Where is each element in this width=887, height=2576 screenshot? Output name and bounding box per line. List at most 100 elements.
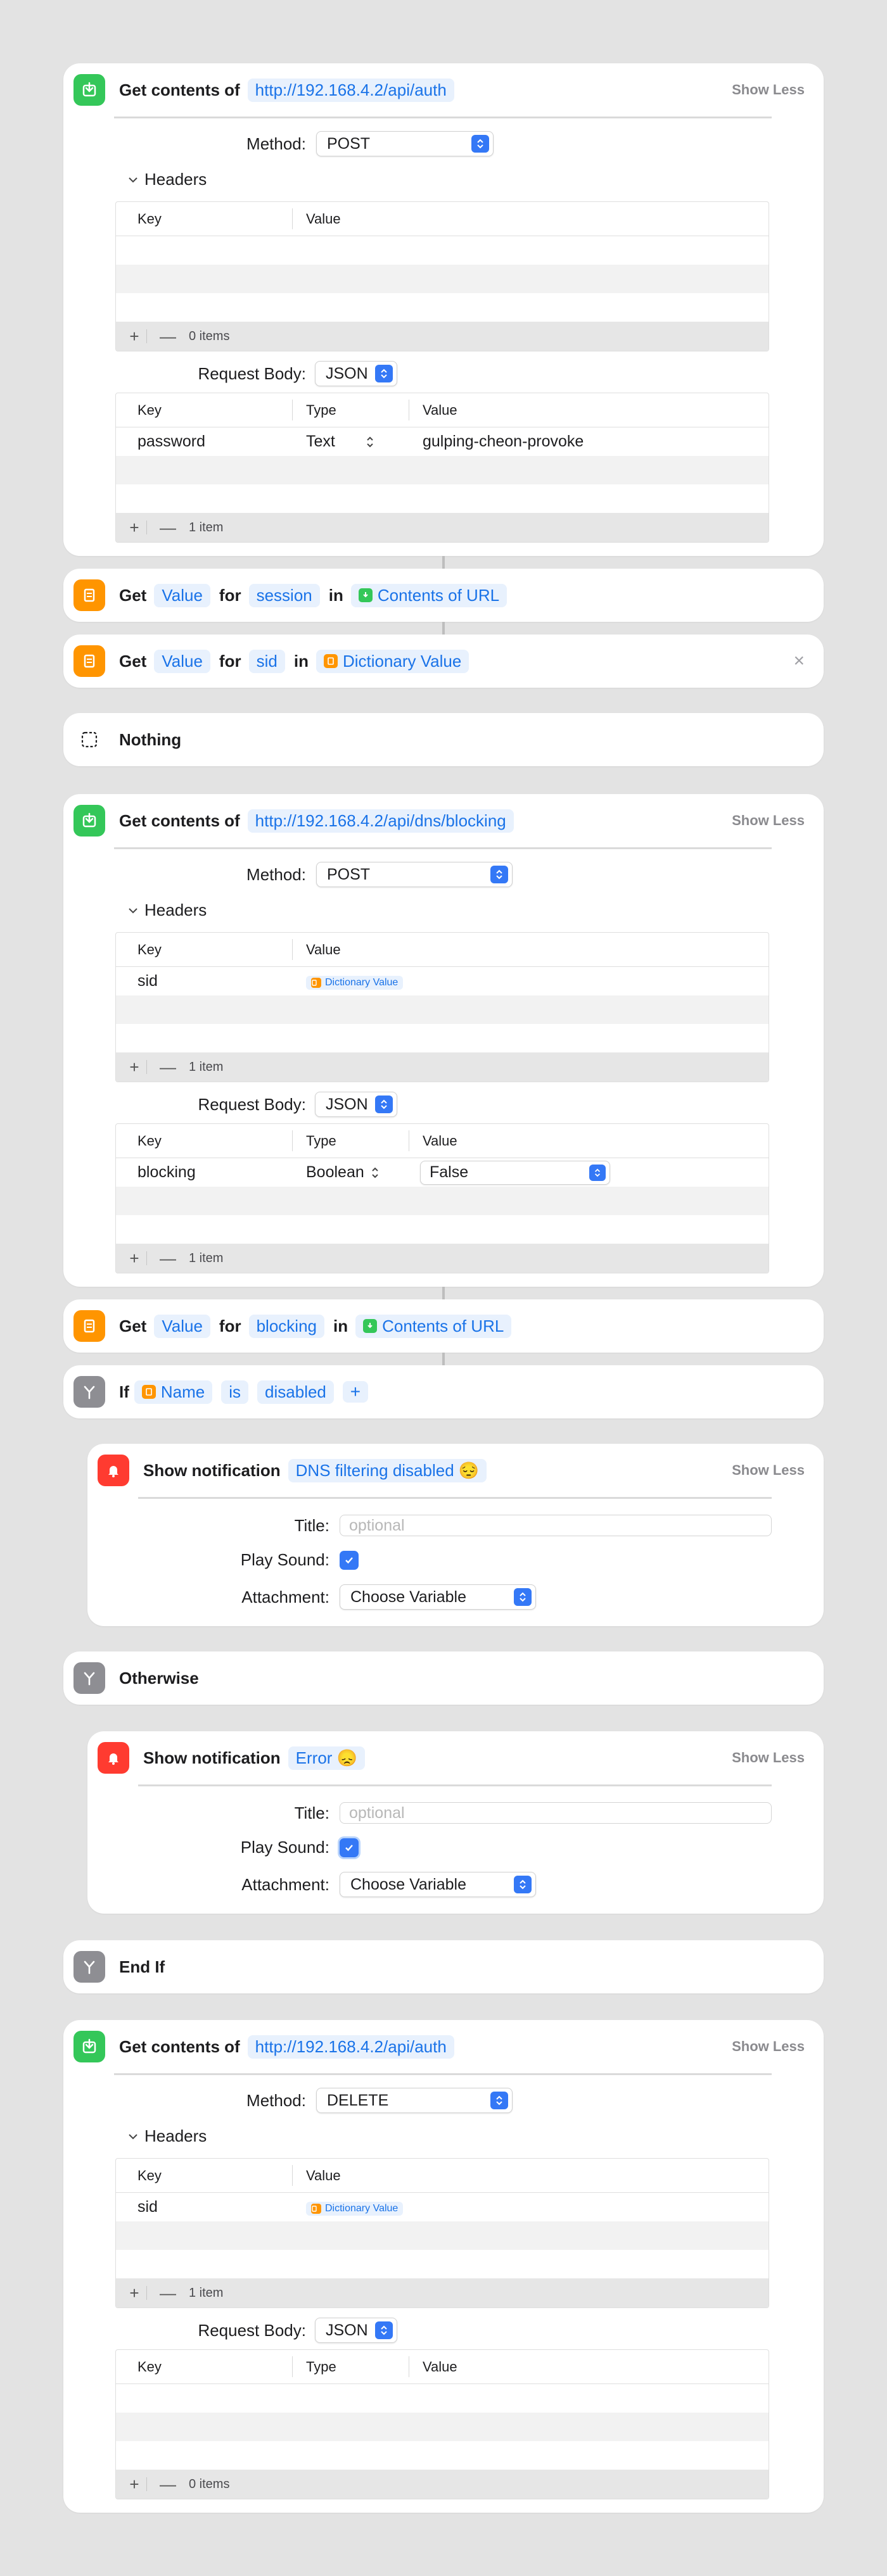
table-row[interactable]: blocking Boolean False: [116, 1158, 769, 1187]
request-body-select[interactable]: JSON: [315, 361, 397, 386]
show-less-button[interactable]: Show Less: [732, 1750, 805, 1766]
table-row[interactable]: [116, 456, 769, 484]
action-show-notification-2[interactable]: Show notification Error 😞 Show Less Titl…: [87, 1731, 824, 1914]
message-token[interactable]: DNS filtering disabled 😔: [288, 1458, 487, 1482]
request-body-select[interactable]: JSON: [315, 2318, 397, 2343]
show-less-button[interactable]: Show Less: [732, 2038, 805, 2055]
row-key[interactable]: blocking: [137, 1163, 196, 1182]
action-get-contents-auth[interactable]: Get contents of http://192.168.4.2/api/a…: [63, 63, 824, 556]
table-row[interactable]: [116, 2441, 769, 2470]
action-nothing[interactable]: Nothing: [63, 713, 824, 766]
url-token[interactable]: http://192.168.4.2/api/dns/blocking: [247, 809, 514, 833]
action-get-value-sid[interactable]: Get Value for sid in Dictionary Value ×: [63, 635, 824, 688]
title-input[interactable]: optional: [340, 1515, 772, 1536]
remove-row-button[interactable]: —: [158, 518, 177, 538]
action-if[interactable]: If Name is disabled +: [63, 1365, 824, 1418]
action-get-contents-auth-delete[interactable]: Get contents of http://192.168.4.2/api/a…: [63, 2020, 824, 2513]
row-value[interactable]: Dictionary Value: [306, 2198, 404, 2216]
chevron-updown-icon: [514, 1876, 532, 1893]
remove-row-button[interactable]: —: [158, 1249, 177, 1268]
table-row[interactable]: [116, 1215, 769, 1244]
method-select[interactable]: POST: [316, 862, 513, 887]
url-token[interactable]: http://192.168.4.2/api/auth: [247, 78, 454, 102]
row-value[interactable]: gulping-cheon-provoke: [423, 432, 584, 451]
action-label: Otherwise: [119, 1668, 199, 1688]
add-row-button[interactable]: +: [125, 518, 144, 538]
remove-row-button[interactable]: —: [158, 2475, 177, 2494]
row-type-select[interactable]: Boolean: [306, 1163, 380, 1182]
condition-token[interactable]: is: [221, 1380, 249, 1404]
table-row[interactable]: [116, 1187, 769, 1215]
remove-row-button[interactable]: —: [158, 327, 177, 346]
show-less-button[interactable]: Show Less: [732, 812, 805, 829]
bell-icon: [98, 1455, 129, 1486]
table-row[interactable]: [116, 2250, 769, 2278]
row-key[interactable]: sid: [137, 972, 158, 990]
row-key[interactable]: password: [137, 432, 205, 451]
branch-icon: [73, 1662, 105, 1694]
download-icon: [358, 588, 373, 602]
table-row[interactable]: [116, 236, 769, 265]
add-row-button[interactable]: +: [125, 2283, 144, 2303]
close-icon[interactable]: ×: [793, 650, 805, 672]
table-row[interactable]: [116, 265, 769, 293]
show-less-button[interactable]: Show Less: [732, 1462, 805, 1479]
table-row[interactable]: [116, 2384, 769, 2413]
method-select[interactable]: POST: [316, 131, 494, 156]
table-row[interactable]: [116, 1024, 769, 1052]
play-sound-checkbox[interactable]: [340, 1550, 359, 1570]
add-row-button[interactable]: +: [125, 327, 144, 346]
key-token[interactable]: session: [248, 583, 320, 607]
action-show-notification-1[interactable]: Show notification DNS filtering disabled…: [87, 1444, 824, 1626]
table-row[interactable]: [116, 293, 769, 322]
remove-row-button[interactable]: —: [158, 2283, 177, 2303]
add-condition-button[interactable]: +: [342, 1381, 368, 1403]
variable-token[interactable]: Contents of URL: [355, 1314, 512, 1338]
headers-toggle[interactable]: Headers: [127, 2126, 207, 2146]
url-token[interactable]: http://192.168.4.2/api/auth: [247, 2035, 454, 2059]
headers-toggle[interactable]: Headers: [127, 900, 207, 920]
show-less-button[interactable]: Show Less: [732, 82, 805, 98]
variable-token[interactable]: Dictionary Value: [316, 649, 469, 673]
row-key[interactable]: sid: [137, 2198, 158, 2216]
play-sound-checkbox[interactable]: [340, 1838, 359, 1857]
variable-token[interactable]: Dictionary Value: [306, 976, 404, 990]
attachment-select[interactable]: Choose Variable: [340, 1584, 536, 1610]
add-row-button[interactable]: +: [125, 1249, 144, 1268]
message-token[interactable]: Error 😞: [288, 1746, 366, 1770]
add-row-button[interactable]: +: [125, 1058, 144, 1077]
variable-token[interactable]: Contents of URL: [350, 583, 507, 607]
value-token[interactable]: Value: [154, 583, 210, 607]
table-row[interactable]: [116, 2221, 769, 2250]
attachment-select[interactable]: Choose Variable: [340, 1872, 536, 1897]
action-end-if[interactable]: End If: [63, 1940, 824, 1993]
variable-token[interactable]: Dictionary Value: [306, 2202, 404, 2216]
title-input[interactable]: optional: [340, 1802, 772, 1824]
value-token[interactable]: Value: [154, 1314, 210, 1338]
boolean-value-select[interactable]: False: [420, 1160, 610, 1185]
action-label: Get contents of: [119, 811, 240, 830]
value-token[interactable]: disabled: [257, 1380, 334, 1404]
table-row[interactable]: password Text gulping-cheon-provoke: [116, 427, 769, 456]
action-get-contents-dns-blocking[interactable]: Get contents of http://192.168.4.2/api/d…: [63, 794, 824, 1287]
key-token[interactable]: blocking: [248, 1314, 324, 1338]
add-row-button[interactable]: +: [125, 2475, 144, 2494]
table-row[interactable]: sid Dictionary Value: [116, 967, 769, 995]
method-select[interactable]: DELETE: [316, 2088, 513, 2113]
row-value[interactable]: Dictionary Value: [306, 972, 404, 990]
action-get-value-session[interactable]: Get Value for session in Contents of URL: [63, 569, 824, 622]
attachment-label: Attachment:: [241, 1874, 329, 1894]
table-row[interactable]: [116, 995, 769, 1024]
value-token[interactable]: Value: [154, 649, 210, 673]
key-token[interactable]: sid: [248, 649, 285, 673]
action-otherwise[interactable]: Otherwise: [63, 1651, 824, 1705]
table-row[interactable]: sid Dictionary Value: [116, 2193, 769, 2221]
variable-token[interactable]: Name: [134, 1380, 213, 1404]
table-row[interactable]: [116, 2413, 769, 2441]
action-get-value-blocking[interactable]: Get Value for blocking in Contents of UR…: [63, 1299, 824, 1353]
table-row[interactable]: [116, 484, 769, 513]
row-type-select[interactable]: Text: [306, 432, 374, 451]
headers-toggle[interactable]: Headers: [127, 170, 207, 189]
remove-row-button[interactable]: —: [158, 1058, 177, 1077]
request-body-select[interactable]: JSON: [315, 1092, 397, 1117]
